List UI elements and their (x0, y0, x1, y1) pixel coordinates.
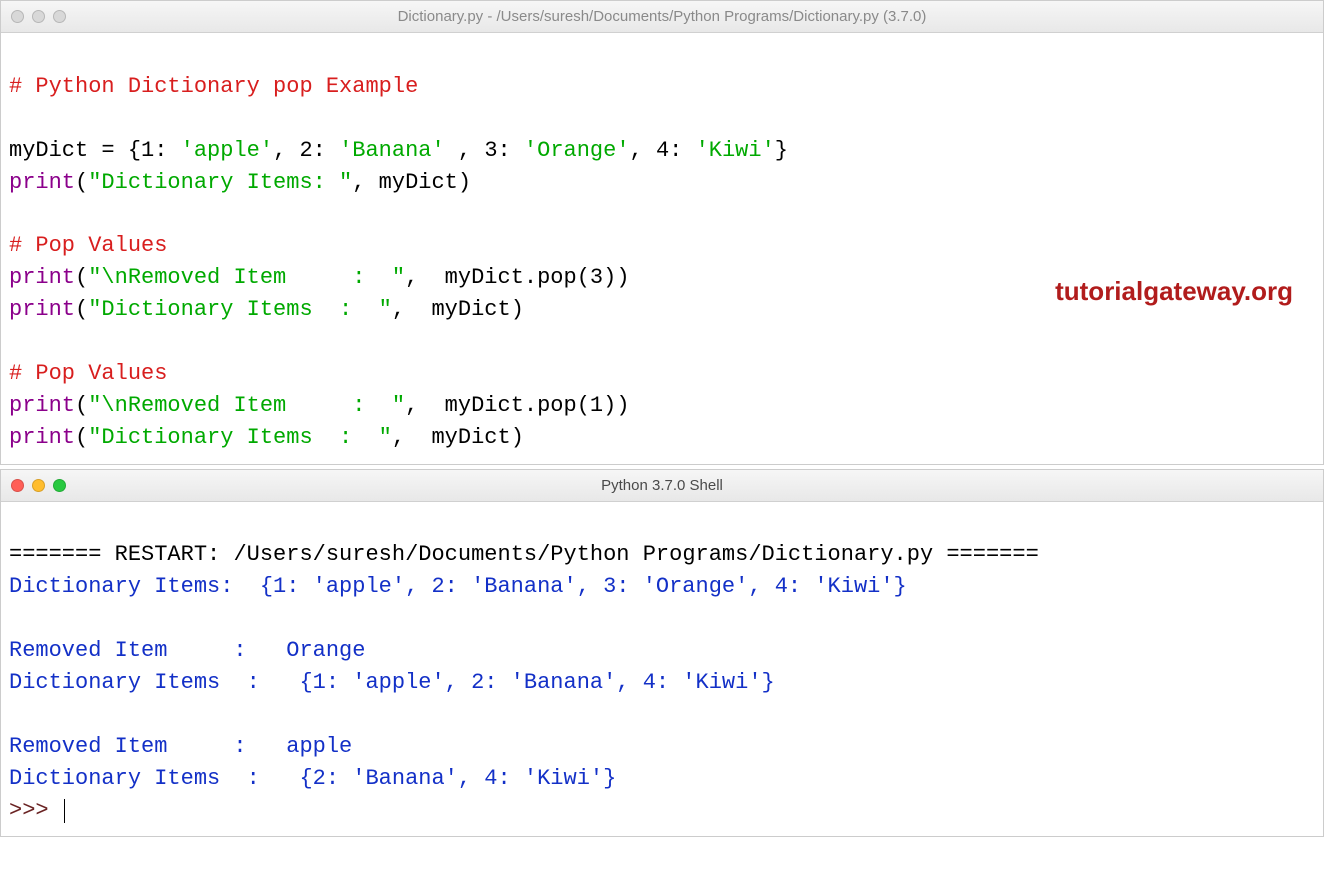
code-args: , myDict.pop( (405, 265, 590, 290)
code-string: 'apple' (181, 138, 273, 163)
code-comma: , (273, 138, 299, 163)
code-builtin: print (9, 297, 75, 322)
code-key: 3 (484, 138, 497, 163)
shell-title: Python 3.7.0 Shell (11, 477, 1313, 494)
code-paren: )) (603, 393, 629, 418)
code-colon: : (669, 138, 695, 163)
code-editor[interactable]: # Python Dictionary pop Example myDict =… (1, 33, 1323, 464)
restart-line: RESTART: /Users/suresh/Documents/Python … (101, 542, 946, 567)
shell-line: Dictionary Items : {1: 'apple', 2: 'Bana… (9, 670, 775, 695)
code-string: "Dictionary Items: " (88, 170, 352, 195)
code-comment: # Pop Values (9, 361, 167, 386)
code-paren: ( (75, 170, 88, 195)
code-comment: # Python Dictionary pop Example (9, 74, 418, 99)
code-comma: , (630, 138, 656, 163)
code-assign: myDict = { (9, 138, 141, 163)
editor-title: Dictionary.py - /Users/suresh/Documents/… (11, 8, 1313, 25)
shell-window: Python 3.7.0 Shell ======= RESTART: /Use… (0, 469, 1324, 838)
shell-line: Removed Item : apple (9, 734, 352, 759)
code-args: , myDict) (352, 170, 471, 195)
close-icon[interactable] (11, 479, 24, 492)
code-string: "Dictionary Items : " (88, 425, 392, 450)
shell-line: Dictionary Items: {1: 'apple', 2: 'Banan… (9, 574, 907, 599)
maximize-icon[interactable] (53, 479, 66, 492)
code-string: "\nRemoved Item : " (88, 265, 405, 290)
code-colon: : (498, 138, 524, 163)
code-comma: , (445, 138, 485, 163)
code-colon: : (154, 138, 180, 163)
shell-prompt: >>> (9, 798, 62, 823)
restart-sep: ======= (946, 542, 1038, 567)
code-args: , myDict) (392, 425, 524, 450)
close-icon[interactable] (11, 10, 24, 23)
code-key: 1 (141, 138, 154, 163)
code-string: 'Orange' (524, 138, 630, 163)
code-string: "Dictionary Items : " (88, 297, 392, 322)
maximize-icon[interactable] (53, 10, 66, 23)
code-key: 2 (299, 138, 312, 163)
code-builtin: print (9, 265, 75, 290)
code-brace: } (775, 138, 788, 163)
code-paren: ( (75, 393, 88, 418)
minimize-icon[interactable] (32, 10, 45, 23)
shell-titlebar: Python 3.7.0 Shell (1, 470, 1323, 502)
watermark: tutorialgateway.org (1055, 273, 1293, 311)
code-num: 3 (590, 265, 603, 290)
code-args: , myDict) (392, 297, 524, 322)
code-paren: ( (75, 297, 88, 322)
code-args: , myDict.pop( (405, 393, 590, 418)
code-paren: ( (75, 425, 88, 450)
code-num: 1 (590, 393, 603, 418)
code-colon: : (313, 138, 339, 163)
editor-titlebar: Dictionary.py - /Users/suresh/Documents/… (1, 1, 1323, 33)
code-paren: ( (75, 265, 88, 290)
code-comment: # Pop Values (9, 233, 167, 258)
code-key: 4 (656, 138, 669, 163)
code-string: 'Banana' (339, 138, 445, 163)
shell-line: Removed Item : Orange (9, 638, 365, 663)
code-builtin: print (9, 425, 75, 450)
code-string: "\nRemoved Item : " (88, 393, 405, 418)
code-string: 'Kiwi' (696, 138, 775, 163)
code-paren: )) (603, 265, 629, 290)
shell-line: Dictionary Items : {2: 'Banana', 4: 'Kiw… (9, 766, 616, 791)
minimize-icon[interactable] (32, 479, 45, 492)
editor-traffic-lights (11, 10, 66, 23)
code-builtin: print (9, 170, 75, 195)
restart-sep: ======= (9, 542, 101, 567)
cursor-icon (64, 799, 65, 823)
shell-output[interactable]: ======= RESTART: /Users/suresh/Documents… (1, 502, 1323, 837)
code-builtin: print (9, 393, 75, 418)
shell-traffic-lights (11, 479, 66, 492)
editor-window: Dictionary.py - /Users/suresh/Documents/… (0, 0, 1324, 465)
